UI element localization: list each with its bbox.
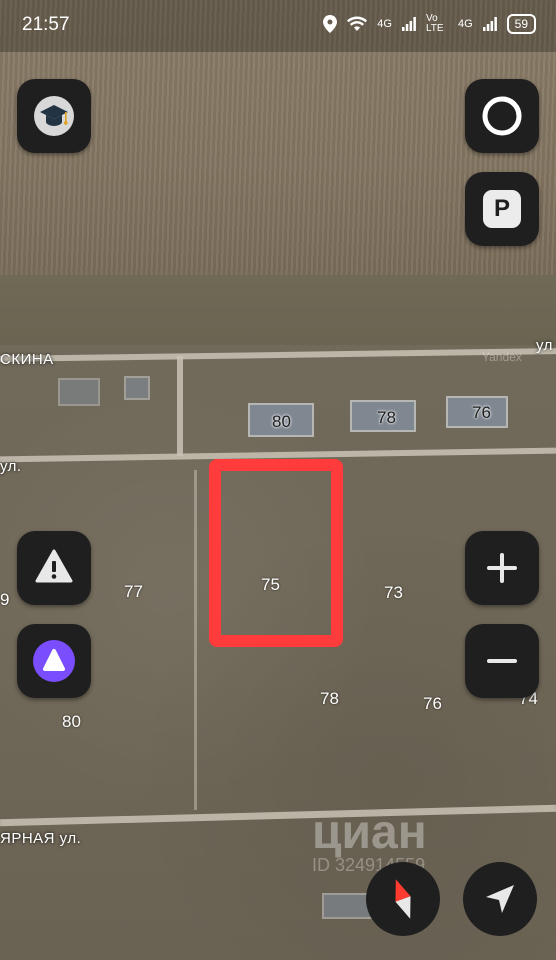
minus-icon — [487, 659, 517, 663]
education-layer-button[interactable] — [17, 79, 91, 153]
battery-indicator: 59 — [506, 14, 536, 34]
plus-icon — [487, 553, 517, 583]
compass-button[interactable] — [366, 862, 440, 936]
navigation-arrow-icon — [486, 885, 514, 913]
field-strip — [0, 275, 556, 345]
status-icons: 4G Vo LTE 4G 59 — [323, 14, 536, 34]
alice-icon — [33, 640, 75, 682]
zoom-in-button[interactable] — [465, 531, 539, 605]
location-icon — [323, 15, 338, 33]
house-number-78: 78 — [377, 408, 396, 427]
parking-label: P — [493, 195, 510, 222]
network-label-1: 4G — [377, 18, 392, 30]
street-label-top-right: ул — [536, 337, 553, 354]
alice-assistant-button[interactable] — [17, 624, 91, 698]
house-number-76: 76 — [472, 403, 491, 422]
plot-number-73: 73 — [384, 583, 403, 602]
street-label-left: ул. — [0, 458, 22, 475]
street-label-top-left: СКИНА — [0, 351, 54, 368]
graduation-cap-icon — [34, 96, 74, 136]
dirt-track — [194, 470, 197, 810]
warning-icon — [35, 549, 73, 583]
cian-watermark: циан — [312, 806, 427, 859]
plot-number-9: 9 — [0, 590, 10, 609]
volte-label: Vo LTE — [425, 13, 444, 34]
signal-icon-2 — [482, 17, 497, 31]
highlighted-plot-outline — [209, 459, 343, 647]
status-time: 21:57 — [22, 14, 70, 35]
building-left — [58, 378, 100, 406]
network-label-2: 4G — [457, 18, 473, 30]
street-label-bottom: ЯРНАЯ ул. — [0, 830, 82, 847]
house-number-80: 80 — [272, 412, 291, 431]
plot-number-76: 76 — [423, 694, 442, 713]
report-issue-button[interactable] — [17, 531, 91, 605]
yandex-watermark: Yandex — [482, 350, 522, 364]
wifi-icon — [347, 16, 368, 31]
compass-icon — [395, 879, 411, 919]
parking-icon: P — [483, 190, 521, 228]
map-layers-button[interactable] — [465, 79, 539, 153]
building-left-small — [124, 376, 150, 400]
plot-number-77: 77 — [124, 582, 143, 601]
status-bar: 21:57 4G Vo LTE 4G 59 — [0, 0, 556, 52]
plot-number-80: 80 — [62, 712, 81, 731]
my-location-button[interactable] — [463, 862, 537, 936]
signal-icon — [401, 17, 416, 31]
zoom-out-button[interactable] — [465, 624, 539, 698]
parking-button[interactable]: P — [465, 172, 539, 246]
plot-number-78: 78 — [320, 689, 339, 708]
layers-circle-icon — [482, 96, 522, 136]
road-vertical — [177, 356, 183, 456]
